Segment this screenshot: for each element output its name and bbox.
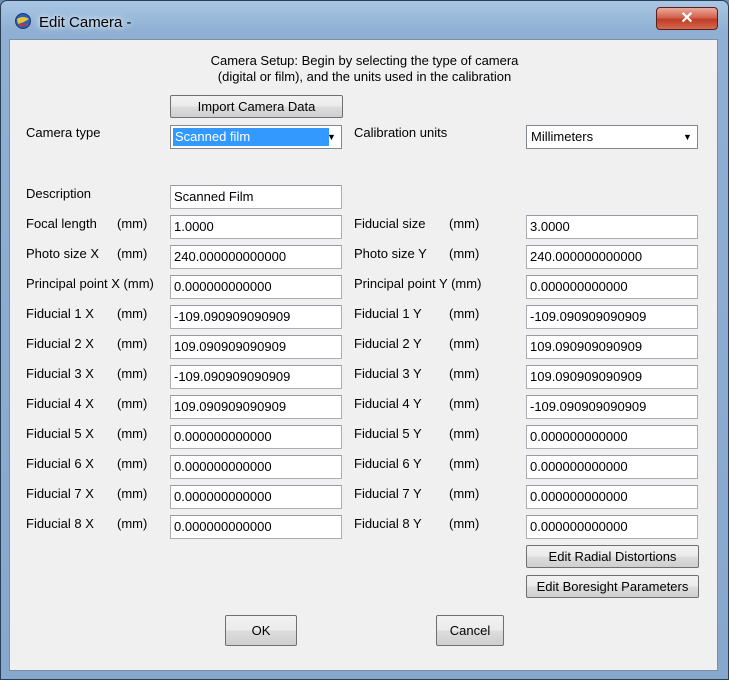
right-row-field[interactable]: 0.000000000000	[526, 275, 698, 299]
left-row-unit: (mm)	[117, 516, 148, 531]
right-row-label: Fiducial 6 Y	[354, 456, 422, 471]
edit-radial-distortions-button[interactable]: Edit Radial Distortions	[526, 545, 699, 568]
edit-camera-window: Edit Camera - ✕ Camera Setup: Begin by s…	[0, 0, 729, 680]
left-row-field[interactable]: 0.000000000000	[170, 455, 342, 479]
cancel-button[interactable]: Cancel	[436, 615, 504, 646]
right-row-label: Fiducial 8 Y	[354, 516, 422, 531]
left-row-label: Photo size X	[26, 246, 99, 261]
right-row-field[interactable]: -109.090909090909	[526, 395, 698, 419]
header-line-1: Camera Setup: Begin by selecting the typ…	[210, 53, 519, 68]
right-row-field[interactable]: 0.000000000000	[526, 455, 698, 479]
camera-type-label: Camera type	[26, 125, 101, 140]
left-row-label: Fiducial 1 X	[26, 306, 94, 321]
left-row-field[interactable]: 0.000000000000	[170, 515, 342, 539]
right-row-unit: (mm)	[449, 516, 480, 531]
right-row-label: Fiducial size	[354, 216, 426, 231]
right-row-unit: (mm)	[449, 246, 480, 261]
left-row-unit: (mm)	[117, 426, 148, 441]
right-row-field[interactable]: 0.000000000000	[526, 515, 698, 539]
left-row-field[interactable]: -109.090909090909	[170, 305, 342, 329]
left-row-field[interactable]: 109.090909090909	[170, 335, 342, 359]
app-globe-icon	[15, 13, 31, 29]
chevron-down-icon[interactable]: ▼	[679, 127, 696, 147]
left-row-unit: (mm)	[117, 216, 148, 231]
left-row-label: Fiducial 8 X	[26, 516, 94, 531]
right-row-label: Fiducial 1 Y	[354, 306, 422, 321]
left-row-field[interactable]: 0.000000000000	[170, 485, 342, 509]
calibration-units-value: Millimeters	[531, 129, 594, 144]
left-row-label: Fiducial 7 X	[26, 486, 94, 501]
left-row-label: Principal point X (mm)	[26, 276, 154, 291]
edit-boresight-parameters-button[interactable]: Edit Boresight Parameters	[526, 575, 699, 598]
calibration-units-select[interactable]: Millimeters ▼	[526, 125, 698, 149]
right-row-label: Fiducial 5 Y	[354, 426, 422, 441]
left-row-field[interactable]: 0.000000000000	[170, 425, 342, 449]
import-camera-data-button[interactable]: Import Camera Data	[170, 95, 343, 118]
right-row-unit: (mm)	[449, 366, 480, 381]
right-row-field[interactable]: 0.000000000000	[526, 485, 698, 509]
left-row-label: Fiducial 6 X	[26, 456, 94, 471]
left-row-unit: (mm)	[117, 366, 148, 381]
right-row-label: Photo size Y	[354, 246, 427, 261]
right-row-label: Fiducial 2 Y	[354, 336, 422, 351]
dialog-body: Camera Setup: Begin by selecting the typ…	[9, 39, 718, 671]
right-row-unit: (mm)	[449, 306, 480, 321]
left-row-label: Focal length	[26, 216, 97, 231]
right-row-unit: (mm)	[449, 396, 480, 411]
right-row-field[interactable]: 0.000000000000	[526, 425, 698, 449]
right-row-unit: (mm)	[449, 336, 480, 351]
right-row-unit: (mm)	[449, 216, 480, 231]
close-icon[interactable]: ✕	[656, 7, 718, 30]
left-row-unit: (mm)	[117, 246, 148, 261]
right-row-field[interactable]: 240.000000000000	[526, 245, 698, 269]
right-row-label: Fiducial 3 Y	[354, 366, 422, 381]
window-title: Edit Camera -	[39, 14, 132, 31]
right-row-unit: (mm)	[449, 426, 480, 441]
ok-button[interactable]: OK	[225, 615, 297, 646]
left-row-label: Fiducial 5 X	[26, 426, 94, 441]
left-row-field[interactable]: 109.090909090909	[170, 395, 342, 419]
description-field[interactable]: Scanned Film	[170, 185, 342, 209]
left-row-unit: (mm)	[117, 396, 148, 411]
chevron-down-icon[interactable]: ▼	[323, 127, 340, 147]
left-row-unit: (mm)	[117, 336, 148, 351]
right-row-field[interactable]: 3.0000	[526, 215, 698, 239]
left-row-field[interactable]: 0.000000000000	[170, 275, 342, 299]
right-row-field[interactable]: -109.090909090909	[526, 305, 698, 329]
right-row-label: Fiducial 4 Y	[354, 396, 422, 411]
camera-type-value: Scanned film	[173, 128, 329, 146]
camera-type-select[interactable]: Scanned film ▼	[170, 125, 342, 149]
description-label: Description	[26, 186, 92, 201]
left-row-label: Fiducial 2 X	[26, 336, 94, 351]
title-bar[interactable]: Edit Camera - ✕	[1, 1, 728, 39]
header-line-2: (digital or film), and the units used in…	[217, 69, 512, 84]
left-row-label: Fiducial 3 X	[26, 366, 94, 381]
right-row-field[interactable]: 109.090909090909	[526, 365, 698, 389]
right-row-unit: (mm)	[449, 486, 480, 501]
right-row-field[interactable]: 109.090909090909	[526, 335, 698, 359]
right-row-label: Fiducial 7 Y	[354, 486, 422, 501]
left-row-unit: (mm)	[117, 486, 148, 501]
right-row-unit: (mm)	[449, 456, 480, 471]
left-row-field[interactable]: 240.000000000000	[170, 245, 342, 269]
left-row-field[interactable]: 1.0000	[170, 215, 342, 239]
left-row-field[interactable]: -109.090909090909	[170, 365, 342, 389]
right-row-label: Principal point Y (mm)	[354, 276, 482, 291]
left-row-unit: (mm)	[117, 456, 148, 471]
left-row-unit: (mm)	[117, 306, 148, 321]
left-row-label: Fiducial 4 X	[26, 396, 94, 411]
calibration-units-label: Calibration units	[354, 125, 448, 140]
